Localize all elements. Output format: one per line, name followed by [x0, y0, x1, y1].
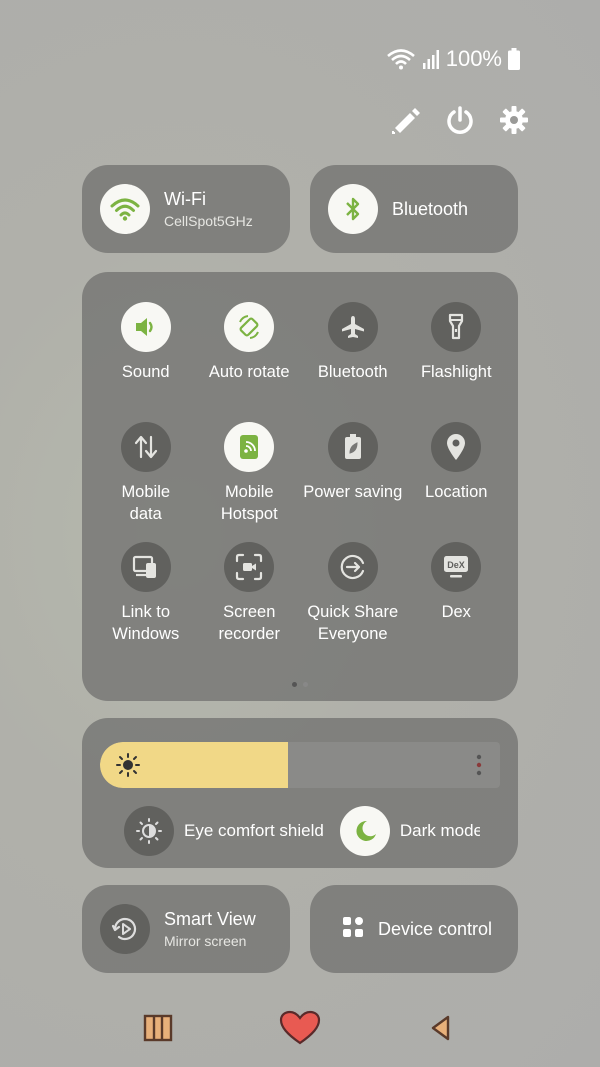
device-control-title: Device control	[378, 918, 493, 939]
quick-toggle-power-saving[interactable]: Power saving	[301, 422, 405, 542]
quick-toggle-label: Mobile data	[121, 483, 171, 523]
location-icon	[431, 422, 482, 472]
quick-toggle-flashlight[interactable]: Flashlight	[405, 302, 509, 422]
quick-toggle-label: Mobile Hotspot	[220, 483, 278, 523]
wifi-tile[interactable]: Wi-Fi CellSpot5GHz	[82, 165, 290, 253]
smart-view-subtitle: Mirror screen	[164, 933, 247, 949]
quick-toggle-sound[interactable]: Sound	[94, 302, 198, 422]
signal-icon	[422, 49, 440, 69]
hotspot-icon	[224, 422, 275, 472]
quick-settings-panel: Sound Auto rotate Bluetooth Flashlight Mobil…	[82, 272, 518, 701]
dark-mode-label: Dark mode	[399, 821, 480, 840]
svg-text:DeX: DeX	[447, 560, 465, 570]
device-control-icon	[342, 916, 364, 943]
quick-toggle-label: Power saving	[303, 483, 403, 501]
back-icon[interactable]	[424, 1008, 456, 1048]
dex-icon: DeX	[431, 542, 482, 592]
brightness-slider[interactable]	[100, 742, 500, 788]
wifi-title: Wi-Fi	[164, 189, 206, 209]
quick-toggle-auto-rotate[interactable]: Auto rotate	[198, 302, 302, 422]
quick-toggle-label: Link to Windows	[112, 603, 180, 643]
quick-toggle-quick-share-everyone[interactable]: Quick Share Everyone	[301, 542, 405, 662]
quick-toggle-label: Location	[425, 483, 488, 501]
bluetooth-icon	[328, 184, 378, 234]
bluetooth-tile[interactable]: Bluetooth	[310, 165, 518, 253]
quick-toggle-label: Screen recorder	[218, 603, 280, 643]
quick-toggle-mobile-data[interactable]: Mobile data	[94, 422, 198, 542]
quick-share-icon	[327, 542, 378, 592]
quick-toggle-link-to-windows[interactable]: Link to Windows	[94, 542, 198, 662]
sound-icon	[120, 302, 171, 352]
display-panel: Eye comfort shield Dark mode	[82, 718, 518, 868]
quick-toggle-dex[interactable]: DeX Dex	[405, 542, 509, 662]
flashlight-icon	[431, 302, 482, 352]
quick-toggle-screen-recorder[interactable]: Screen recorder	[198, 542, 302, 662]
wifi-network-name: CellSpot5GHz	[164, 213, 253, 229]
wifi-icon	[100, 184, 150, 234]
navigation-bar	[0, 1008, 600, 1048]
quick-toggle-label: Dex	[441, 603, 471, 621]
power-icon[interactable]	[444, 104, 476, 136]
dark-mode-toggle[interactable]: Dark mode	[339, 806, 480, 856]
quick-toggle-label: Sound	[121, 363, 170, 381]
page-dot	[303, 682, 308, 687]
link-to-windows-icon	[120, 542, 171, 592]
eye-comfort-toggle[interactable]: Eye comfort shield	[124, 806, 324, 856]
bluetooth-title: Bluetooth	[392, 198, 469, 219]
airplane-icon	[327, 302, 378, 352]
battery-percent: 100%	[445, 46, 502, 71]
auto-rotate-icon	[224, 302, 275, 352]
quick-toggle-label: Bluetooth	[317, 363, 388, 381]
wifi-status-icon	[386, 48, 416, 70]
top-actions	[390, 104, 530, 136]
eye-comfort-icon	[124, 806, 174, 856]
quick-settings-grid: Sound Auto rotate Bluetooth Flashlight Mobil…	[94, 302, 508, 662]
quick-toggle-label: Auto rotate	[208, 363, 290, 381]
quick-toggle-location[interactable]: Location	[405, 422, 509, 542]
page-dot-active	[292, 682, 297, 687]
quick-toggle-label: Quick Share Everyone	[307, 603, 399, 643]
dark-mode-icon	[339, 806, 390, 856]
eye-comfort-label: Eye comfort shield	[184, 821, 324, 840]
battery-icon	[508, 48, 520, 70]
quick-toggle-mobile-hotspot[interactable]: Mobile Hotspot	[198, 422, 302, 542]
brightness-sun-icon	[116, 753, 140, 782]
page-indicator	[292, 682, 308, 687]
edit-icon[interactable]	[390, 104, 422, 136]
recents-icon[interactable]	[140, 1008, 176, 1048]
home-heart-icon[interactable]	[278, 1008, 322, 1048]
power-saving-icon	[327, 422, 378, 472]
more-options-icon[interactable]	[476, 753, 482, 782]
smart-view-tile[interactable]: Smart View Mirror screen	[82, 885, 290, 973]
smart-view-title: Smart View	[164, 909, 256, 929]
settings-icon[interactable]	[498, 104, 530, 136]
device-control-tile[interactable]: Device control	[310, 885, 518, 973]
screen-recorder-icon	[224, 542, 275, 592]
mobile-data-icon	[120, 422, 171, 472]
quick-toggle-label: Flashlight	[420, 363, 492, 381]
status-bar: 100%	[386, 46, 520, 72]
quick-toggle-bluetooth[interactable]: Bluetooth	[301, 302, 405, 422]
smart-view-icon	[100, 904, 150, 954]
